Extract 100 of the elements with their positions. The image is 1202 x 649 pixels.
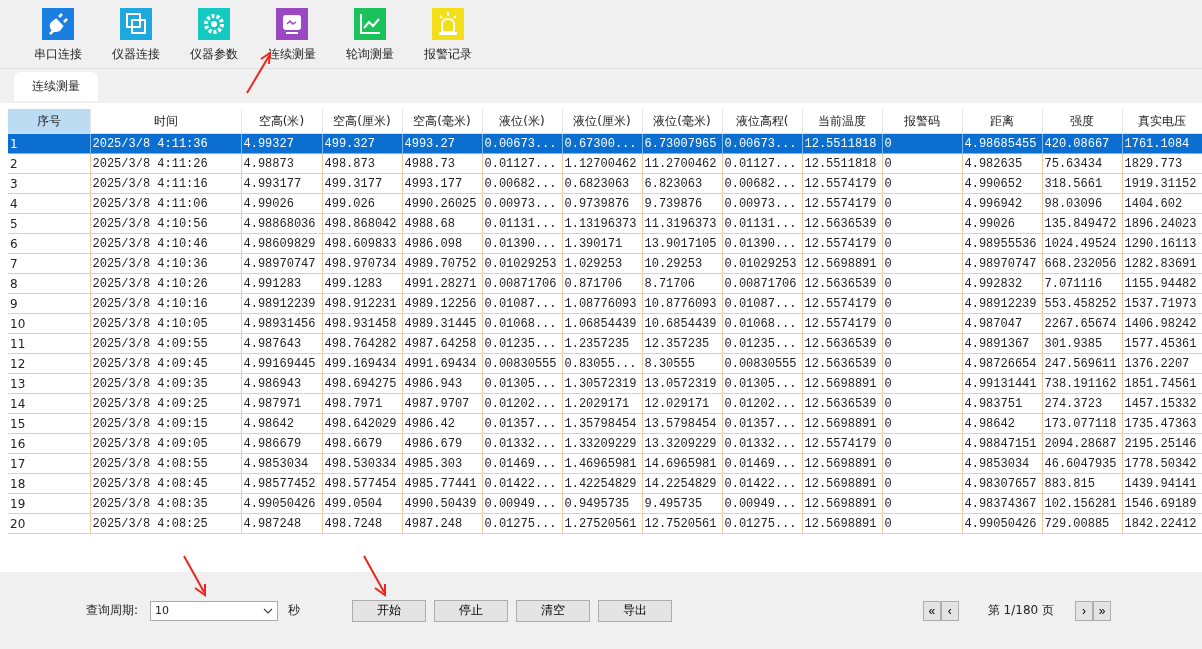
table-cell: 4.98642 <box>241 413 322 434</box>
table-row[interactable]: 9 2025/3/8 4:10:16 4.98912239 498.912231 4989.12256 0.01087... 1.08776093 10.8776093 0.01087... 12.5574179 0 4.98912239 553.458252 1537.71973 <box>8 293 1202 314</box>
table-cell: 498.873 <box>322 153 402 174</box>
table-row[interactable]: 13 2025/3/8 4:09:35 4.986943 498.694275 4986.943 0.01305... 1.30572319 13.0572319 0.01305... 12.5698891 0 4.99131441 738.191162 1851.74561 <box>8 373 1202 394</box>
table-cell: 274.3723 <box>1042 393 1122 414</box>
next-page-button[interactable]: › <box>1075 600 1093 621</box>
table-cell: 18 <box>8 473 90 494</box>
table-row[interactable]: 14 2025/3/8 4:09:25 4.987971 498.7971 4987.9707 0.01202... 1.2029171 12.029171 0.01202... 12.5636539 0 4.983751 274.3723 1457.15332 <box>8 393 1202 414</box>
table-cell: 0 <box>882 513 962 534</box>
table-row[interactable]: 1 2025/3/8 4:11:36 4.99327 499.327 4993.27 0.00673... 0.67300... 6.73007965 0.00673... 12.5511818 0 4.98685455 420.08667 1761.1084 <box>8 133 1202 154</box>
last-page-button[interactable]: » <box>1093 600 1111 621</box>
toolbar-button[interactable]: 串口连接 <box>20 0 96 68</box>
table-row[interactable]: 4 2025/3/8 4:11:06 4.99026 499.026 4990.26025 0.00973... 0.9739876 9.739876 0.00973... 12.5574179 0 4.996942 98.03096 1404.602 <box>8 193 1202 214</box>
table-cell: 738.191162 <box>1042 373 1122 394</box>
table-row[interactable]: 6 2025/3/8 4:10:46 4.98609829 498.609833 4986.098 0.01390... 1.390171 13.9017105 0.01390... 12.5574179 0 4.98955536 1024.49524 1290.16113 <box>8 233 1202 254</box>
table-cell: 4991.28271 <box>402 273 482 294</box>
toolbar-button[interactable]: 仪器参数 <box>176 0 252 68</box>
table-row[interactable]: 17 2025/3/8 4:08:55 4.9853034 498.530334 4985.303 0.01469... 1.46965981 14.6965981 0.01469... 12.5698891 0 4.9853034 46.6047935 1778.50342 <box>8 453 1202 474</box>
table-cell: 12.5636539 <box>802 213 882 234</box>
table-cell: 0.01068... <box>482 313 562 334</box>
table-cell: 75.63434 <box>1042 153 1122 174</box>
table-cell: 1.08776093 <box>562 293 642 314</box>
table-cell: 1842.22412 <box>1122 513 1202 534</box>
toolbar-button[interactable]: 轮询测量 <box>332 0 408 68</box>
action-button[interactable]: 导出 <box>598 599 673 622</box>
table-cell: 2025/3/8 4:09:35 <box>90 373 241 394</box>
column-header[interactable]: 时间 <box>90 109 241 134</box>
table-cell: 0.01422... <box>722 473 802 494</box>
table-cell: 1735.47363 <box>1122 413 1202 434</box>
table-row[interactable]: 11 2025/3/8 4:09:55 4.987643 498.764282 4987.64258 0.01235... 1.2357235 12.357235 0.01235... 12.5636539 0 4.9891367 301.9385 1577.45361 <box>8 333 1202 354</box>
table-cell: 12.5574179 <box>802 233 882 254</box>
table-cell: 498.868042 <box>322 213 402 234</box>
period-dropdown[interactable]: 10 <box>150 600 279 621</box>
table-row[interactable]: 19 2025/3/8 4:08:35 4.99050426 499.0504 4990.50439 0.00949... 0.9495735 9.495735 0.00949... 12.5698891 0 4.98374367 102.156281 1546.69189 <box>8 493 1202 514</box>
table-cell: 12.029171 <box>642 393 722 414</box>
windows-icon <box>120 8 152 40</box>
table-row[interactable]: 16 2025/3/8 4:09:05 4.986679 498.6679 4986.679 0.01332... 1.33209229 13.3209229 0.01332... 12.5574179 0 4.98847151 2094.28687 2195.25146 <box>8 433 1202 454</box>
table-cell: 9.739876 <box>642 193 722 214</box>
table-cell: 12.5574179 <box>802 173 882 194</box>
period-label: 查询周期: <box>86 602 139 619</box>
column-header[interactable]: 液位(毫米) <box>642 109 722 134</box>
column-header[interactable]: 当前温度 <box>802 109 882 134</box>
table-cell: 499.1283 <box>322 273 402 294</box>
gear-icon <box>198 8 230 40</box>
table-cell: 2025/3/8 4:08:35 <box>90 493 241 514</box>
table-cell: 1.2357235 <box>562 333 642 354</box>
table-cell: 4989.70752 <box>402 253 482 274</box>
table-row[interactable]: 18 2025/3/8 4:08:45 4.98577452 498.577454 4985.77441 0.01422... 1.42254829 14.2254829 0.01422... 12.5698891 0 4.98307657 883.815 1439.94141 <box>8 473 1202 494</box>
table-cell: 1546.69189 <box>1122 493 1202 514</box>
table-cell: 1376.2207 <box>1122 353 1202 374</box>
table-row[interactable]: 7 2025/3/8 4:10:36 4.98970747 498.970734 4989.70752 0.01029253 1.029253 10.29253 0.01029253 12.5698891 0 4.98970747 668.232056 1282.83691 <box>8 253 1202 274</box>
table-cell: 4990.26025 <box>402 193 482 214</box>
table-cell: 498.6679 <box>322 433 402 454</box>
table-row[interactable]: 8 2025/3/8 4:10:26 4.991283 499.1283 4991.28271 0.00871706 0.871706 8.71706 0.00871706 12.5636539 0 4.992832 7.071116 1155.94482 <box>8 273 1202 294</box>
action-button[interactable]: 清空 <box>516 599 591 622</box>
table-cell: 1896.24023 <box>1122 213 1202 234</box>
column-header[interactable]: 空高(厘米) <box>322 109 402 134</box>
table-row[interactable]: 5 2025/3/8 4:10:56 4.98868036 498.868042 4988.68 0.01131... 1.13196373 11.3196373 0.01131... 12.5636539 0 4.99026 135.849472 1896.24023 <box>8 213 1202 234</box>
table-cell: 1829.773 <box>1122 153 1202 174</box>
table-cell: 12.5698891 <box>802 513 882 534</box>
action-button[interactable]: 开始 <box>352 599 427 622</box>
table-cell: 318.5661 <box>1042 173 1122 194</box>
table-cell: 498.764282 <box>322 333 402 354</box>
column-header[interactable]: 序号 <box>8 109 90 134</box>
column-header[interactable]: 距离 <box>962 109 1042 134</box>
table-cell: 1.2029171 <box>562 393 642 414</box>
table-cell: 1.30572319 <box>562 373 642 394</box>
table-cell: 4.98931456 <box>241 313 322 334</box>
tab[interactable]: 连续测量 <box>14 72 98 101</box>
table-cell: 4.9891367 <box>962 333 1042 354</box>
table-cell: 0.00830555 <box>482 353 562 374</box>
column-header[interactable]: 空高(毫米) <box>402 109 482 134</box>
table-cell: 498.7248 <box>322 513 402 534</box>
table-row[interactable]: 10 2025/3/8 4:10:05 4.98931456 498.931458 4989.31445 0.01068... 1.06854439 10.6854439 0.01068... 12.5574179 0 4.987047 2267.65674 1406.98242 <box>8 313 1202 334</box>
table-cell: 98.03096 <box>1042 193 1122 214</box>
column-header[interactable]: 强度 <box>1042 109 1122 134</box>
column-header[interactable]: 液位(米) <box>482 109 562 134</box>
table-row[interactable]: 15 2025/3/8 4:09:15 4.98642 498.642029 4986.42 0.01357... 1.35798454 13.5798454 0.01357... 12.5698891 0 4.98642 173.077118 1735.47363 <box>8 413 1202 434</box>
table-cell: 0 <box>882 413 962 434</box>
table-row[interactable]: 20 2025/3/8 4:08:25 4.987248 498.7248 4987.248 0.01275... 1.27520561 12.7520561 0.01275... 12.5698891 0 4.99050426 729.00885 1842.22412 <box>8 513 1202 534</box>
first-page-button[interactable]: « <box>922 600 941 621</box>
column-header[interactable]: 液位高程( <box>722 109 802 134</box>
column-header[interactable]: 报警码 <box>882 109 962 134</box>
toolbar-button[interactable]: 仪器连接 <box>98 0 174 68</box>
table-cell: 0.01305... <box>482 373 562 394</box>
previous-page-button[interactable]: ‹ <box>940 600 959 621</box>
table-cell: 12.357235 <box>642 333 722 354</box>
column-header[interactable]: 真实电压 <box>1122 109 1202 134</box>
column-header[interactable]: 液位(厘米) <box>562 109 642 134</box>
table-row[interactable]: 2 2025/3/8 4:11:26 4.98873 498.873 4988.73 0.01127... 1.12700462 11.2700462 0.01127... 12.5511818 0 4.982635 75.63434 1829.773 <box>8 153 1202 174</box>
table-cell: 4.98642 <box>962 413 1042 434</box>
toolbar-button[interactable]: 报警记录 <box>410 0 486 68</box>
table-cell: 1024.49524 <box>1042 233 1122 254</box>
table-cell: 7.071116 <box>1042 273 1122 294</box>
column-header[interactable]: 空高(米) <box>241 109 322 134</box>
table-cell: 498.931458 <box>322 313 402 334</box>
table-row[interactable]: 12 2025/3/8 4:09:45 4.99169445 499.169434 4991.69434 0.00830555 0.83055... 8.30555 0.00830555 12.5636539 0 4.98726654 247.569611 1376.2207 <box>8 353 1202 374</box>
table-row[interactable]: 3 2025/3/8 4:11:16 4.993177 499.3177 4993.177 0.00682... 0.6823063 6.823063 0.00682... 12.5574179 0 4.990652 318.5661 1919.31152 <box>8 173 1202 194</box>
action-button[interactable]: 停止 <box>434 599 509 622</box>
table-cell: 12.5636539 <box>802 393 882 414</box>
